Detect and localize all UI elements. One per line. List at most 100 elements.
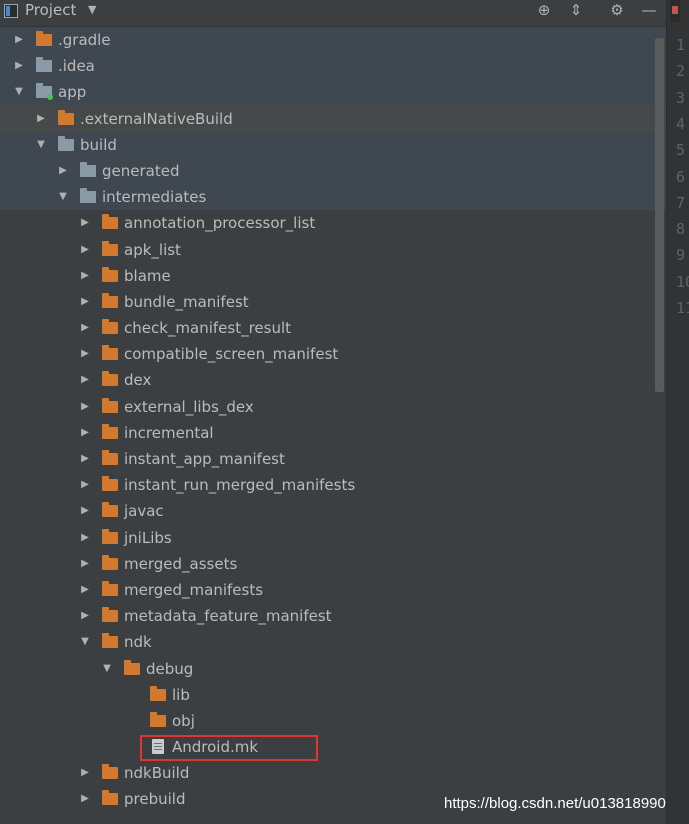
tree-row[interactable]: ▶ bundle_manifest bbox=[0, 289, 666, 315]
expand-arrow-right-icon[interactable]: ▶ bbox=[79, 786, 91, 812]
panel-title[interactable]: Project bbox=[25, 0, 76, 20]
expand-arrow-right-icon[interactable]: ▶ bbox=[79, 551, 91, 577]
expand-arrow-right-icon[interactable]: ▶ bbox=[13, 27, 25, 53]
line-number: 5 bbox=[676, 141, 686, 160]
expand-arrow-right-icon[interactable]: ▶ bbox=[79, 446, 91, 472]
expand-arrow-down-icon[interactable]: ▼ bbox=[101, 656, 113, 682]
tree-item-label: ndkBuild bbox=[124, 764, 190, 783]
selection-highlight-box bbox=[140, 735, 318, 761]
tree-row[interactable]: ▶ incremental bbox=[0, 420, 666, 446]
folder-icon bbox=[102, 790, 118, 806]
folder-icon bbox=[102, 476, 118, 492]
expand-arrow-right-icon[interactable]: ▶ bbox=[57, 158, 69, 184]
expand-arrow-right-icon[interactable]: ▶ bbox=[79, 263, 91, 289]
tree-row[interactable]: ▼ ndk bbox=[0, 629, 666, 655]
tree-row[interactable]: ▼ debug bbox=[0, 656, 666, 682]
tree-row[interactable]: ▶ merged_manifests bbox=[0, 577, 666, 603]
hide-icon[interactable]: — bbox=[638, 0, 660, 20]
folder-icon bbox=[102, 633, 118, 649]
expand-arrow-right-icon[interactable]: ▶ bbox=[35, 106, 47, 132]
folder-icon bbox=[36, 31, 52, 46]
tree-row[interactable]: ▶ compatible_screen_manifest bbox=[0, 341, 666, 367]
chevron-down-icon[interactable]: ▼ bbox=[88, 3, 96, 16]
expand-arrow-right-icon[interactable]: ▶ bbox=[79, 341, 91, 367]
project-tree[interactable]: ▶ .gradle ▶ .idea ▼ app ▶ .externalNativeBuild ▼… bbox=[0, 27, 666, 813]
tree-row[interactable]: ▶ dex bbox=[0, 367, 666, 393]
tree-item-label: jniLibs bbox=[124, 528, 172, 547]
editor-tab-icon[interactable] bbox=[670, 0, 680, 22]
tree-row[interactable]: lib bbox=[0, 682, 666, 708]
expand-arrow-right-icon[interactable]: ▶ bbox=[79, 472, 91, 498]
line-number: 11 bbox=[676, 299, 689, 317]
expand-arrow-right-icon[interactable]: ▶ bbox=[79, 525, 91, 551]
tree-row[interactable]: ▶ ndkBuild bbox=[0, 760, 666, 786]
tree-item-label: .externalNativeBuild bbox=[80, 109, 233, 128]
tree-row[interactable]: ▶ .gradle bbox=[0, 27, 666, 54]
gear-icon[interactable]: ⚙ bbox=[606, 0, 628, 20]
line-number: 6 bbox=[676, 167, 686, 186]
tree-row[interactable]: ▶ generated bbox=[0, 157, 666, 185]
line-number: 2 bbox=[676, 62, 686, 81]
folder-icon bbox=[150, 711, 166, 727]
folder-icon bbox=[102, 345, 118, 361]
expand-arrow-right-icon[interactable]: ▶ bbox=[79, 577, 91, 603]
tree-row[interactable]: ▼ app bbox=[0, 79, 666, 106]
tree-item-label: merged_manifests bbox=[124, 580, 264, 599]
line-number: 1 bbox=[676, 36, 686, 54]
tree-row[interactable]: ▶ check_manifest_result bbox=[0, 315, 666, 341]
expand-arrow-down-icon[interactable]: ▼ bbox=[79, 629, 91, 655]
project-icon bbox=[4, 4, 18, 18]
tree-row[interactable]: ▶ blame bbox=[0, 263, 666, 289]
tree-row[interactable]: obj bbox=[0, 708, 666, 734]
tree-row[interactable]: ▼ intermediates bbox=[0, 184, 666, 211]
tree-row[interactable]: ▶ instant_run_merged_manifests bbox=[0, 472, 666, 498]
tree-row[interactable]: ▶ .idea bbox=[0, 53, 666, 80]
watermark: https://blog.csdn.net/u013818990 bbox=[444, 795, 666, 812]
tree-item-label: blame bbox=[124, 266, 171, 285]
line-number: 4 bbox=[676, 114, 686, 133]
expand-arrow-right-icon[interactable]: ▶ bbox=[79, 394, 91, 420]
tree-row[interactable]: ▶ instant_app_manifest bbox=[0, 446, 666, 472]
expand-arrow-right-icon[interactable]: ▶ bbox=[79, 760, 91, 786]
expand-arrow-down-icon[interactable]: ▼ bbox=[13, 79, 25, 105]
tree-item-label: instant_app_manifest bbox=[124, 450, 285, 468]
folder-icon bbox=[102, 319, 118, 335]
tree-row[interactable]: Android.mk bbox=[0, 734, 666, 760]
expand-arrow-right-icon[interactable]: ▶ bbox=[79, 498, 91, 524]
tree-row[interactable]: ▶ javac bbox=[0, 498, 666, 524]
tree-item-label: external_libs_dex bbox=[124, 397, 254, 416]
collapse-all-icon[interactable]: ⇕ bbox=[565, 0, 587, 20]
tree-item-label: debug bbox=[146, 659, 194, 678]
tree-row[interactable]: ▶ external_libs_dex bbox=[0, 394, 666, 420]
tree-row[interactable]: ▶ apk_list bbox=[0, 237, 666, 263]
expand-arrow-down-icon[interactable]: ▼ bbox=[35, 132, 47, 158]
expand-arrow-right-icon[interactable]: ▶ bbox=[79, 420, 91, 446]
folder-icon bbox=[80, 161, 96, 177]
folder-icon bbox=[102, 450, 118, 465]
line-number: 3 bbox=[676, 88, 686, 107]
expand-arrow-right-icon[interactable]: ▶ bbox=[13, 53, 25, 79]
tree-row[interactable]: ▶ .externalNativeBuild bbox=[0, 105, 666, 132]
locate-icon[interactable]: ⊕ bbox=[533, 0, 555, 20]
expand-arrow-right-icon[interactable]: ▶ bbox=[79, 603, 91, 629]
tree-row[interactable]: ▶ jniLibs bbox=[0, 525, 666, 551]
folder-icon bbox=[102, 240, 118, 256]
expand-arrow-right-icon[interactable]: ▶ bbox=[79, 367, 91, 393]
expand-arrow-right-icon[interactable]: ▶ bbox=[79, 210, 91, 236]
folder-icon bbox=[102, 580, 118, 596]
folder-icon bbox=[102, 502, 118, 518]
tree-row[interactable]: ▶ annotation_processor_list bbox=[0, 210, 666, 236]
tree-row[interactable]: ▼ build bbox=[0, 131, 666, 158]
expand-arrow-right-icon[interactable]: ▶ bbox=[79, 315, 91, 341]
tree-scrollbar[interactable] bbox=[655, 38, 664, 392]
expand-arrow-right-icon[interactable]: ▶ bbox=[79, 289, 91, 315]
expand-arrow-down-icon[interactable]: ▼ bbox=[57, 184, 69, 210]
tree-row[interactable]: ▶ metadata_feature_manifest bbox=[0, 603, 666, 629]
tree-row[interactable]: ▶ merged_assets bbox=[0, 551, 666, 577]
folder-icon bbox=[36, 57, 52, 73]
folder-icon bbox=[80, 188, 96, 204]
tree-item-label: instant_run_merged_manifests bbox=[124, 476, 356, 495]
expand-arrow-right-icon[interactable]: ▶ bbox=[79, 237, 91, 263]
line-number: 9 bbox=[676, 246, 686, 265]
tree-item-label: prebuild bbox=[124, 790, 186, 809]
